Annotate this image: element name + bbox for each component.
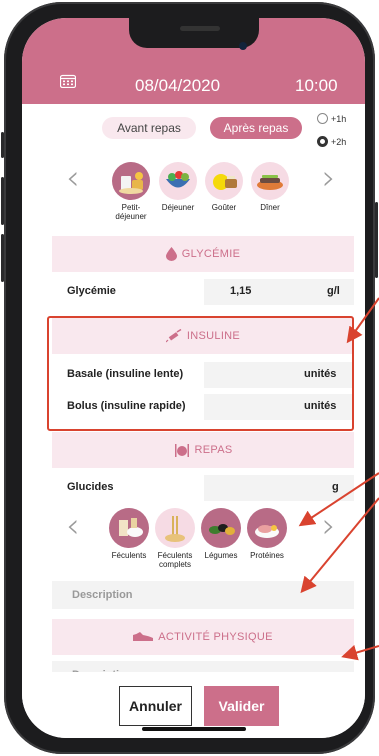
glycemie-section-header: GLYCÉMIE xyxy=(52,236,354,272)
glycemie-unit: g/l xyxy=(327,285,340,297)
glycemie-label: Glycémie xyxy=(67,285,116,297)
repas-description-field[interactable]: Description xyxy=(52,581,354,609)
radio-selected-icon xyxy=(317,136,328,147)
food-feculents-complets[interactable]: Féculents complets xyxy=(150,508,200,569)
food-next-chevron-icon[interactable]: › xyxy=(322,506,336,546)
glycemie-row: Glycémie 1,15 g/l xyxy=(52,278,354,306)
food-label-line: Féculents xyxy=(111,551,147,560)
volume-up-button xyxy=(1,177,4,225)
shoe-icon xyxy=(133,632,154,642)
radio-empty-icon xyxy=(317,113,328,124)
meal-prev-chevron-icon[interactable]: ‹ xyxy=(66,158,80,198)
snack-icon xyxy=(205,162,243,200)
glycemie-title: GLYCÉMIE xyxy=(181,248,241,260)
starches-icon xyxy=(109,508,149,548)
food-prev-chevron-icon[interactable]: ‹ xyxy=(66,506,80,546)
food-label-line: Légumes xyxy=(204,551,238,560)
meal-label-line: déjeuner xyxy=(115,212,147,221)
repas-title: REPAS xyxy=(194,444,233,456)
activite-section-header: ACTIVITÉ PHYSIQUE xyxy=(52,619,354,655)
glucides-unit: g xyxy=(332,481,339,493)
repas-section-header: REPAS xyxy=(52,432,354,468)
activite-title: ACTIVITÉ PHYSIQUE xyxy=(158,631,273,643)
food-label-line: complets xyxy=(158,560,191,569)
glucides-label: Glucides xyxy=(67,481,114,493)
speaker xyxy=(180,26,220,31)
power-button xyxy=(375,202,378,278)
vegetables-icon xyxy=(201,508,241,548)
meal-label-line: Dîner xyxy=(260,203,280,212)
food-label-line: Protéines xyxy=(250,551,284,560)
meal-next-chevron-icon[interactable]: › xyxy=(322,158,336,198)
glycemie-value: 1,15 xyxy=(230,285,252,297)
after-meal-toggle[interactable]: Après repas xyxy=(210,117,302,139)
breakfast-icon xyxy=(112,162,150,200)
mute-switch xyxy=(1,132,4,158)
dinner-icon xyxy=(251,162,289,200)
cancel-button[interactable]: Annuler xyxy=(119,686,192,726)
camera xyxy=(239,42,247,50)
food-legumes[interactable]: Légumes xyxy=(196,508,246,560)
offset-1h-radio[interactable]: +1h xyxy=(317,113,346,124)
glucides-input[interactable]: g xyxy=(204,475,354,501)
utensils-icon xyxy=(174,443,190,457)
phone-screen: 08/04/2020 10:00 Avant repas Après repas… xyxy=(22,18,365,738)
header-date[interactable]: 08/04/2020 xyxy=(135,76,220,96)
whole-grains-icon xyxy=(155,508,195,548)
before-meal-toggle[interactable]: Avant repas xyxy=(102,117,196,139)
phone-frame: 08/04/2020 10:00 Avant repas Après repas… xyxy=(1,2,378,754)
drop-icon xyxy=(165,247,177,261)
offset-2h-label: +2h xyxy=(331,136,347,147)
insuline-annotation-box xyxy=(47,316,354,431)
offset-2h-radio[interactable]: +2h xyxy=(317,136,346,147)
salad-bowl-icon xyxy=(159,162,197,200)
proteins-icon xyxy=(247,508,287,548)
glycemie-input[interactable]: 1,15 g/l xyxy=(204,279,354,305)
food-label-line: Féculents xyxy=(157,551,193,560)
glucides-row: Glucides g xyxy=(52,474,354,502)
food-feculents[interactable]: Féculents xyxy=(104,508,154,560)
home-indicator xyxy=(142,727,246,731)
repas-description-placeholder: Description xyxy=(72,589,133,601)
meal-diner[interactable]: Dîner xyxy=(242,162,298,212)
validate-button[interactable]: Valider xyxy=(204,686,279,726)
header-time[interactable]: 10:00 xyxy=(295,76,338,96)
food-proteines[interactable]: Protéines xyxy=(242,508,292,560)
offset-1h-label: +1h xyxy=(331,113,347,124)
volume-down-button xyxy=(1,234,4,282)
calendar-icon[interactable] xyxy=(60,74,76,88)
